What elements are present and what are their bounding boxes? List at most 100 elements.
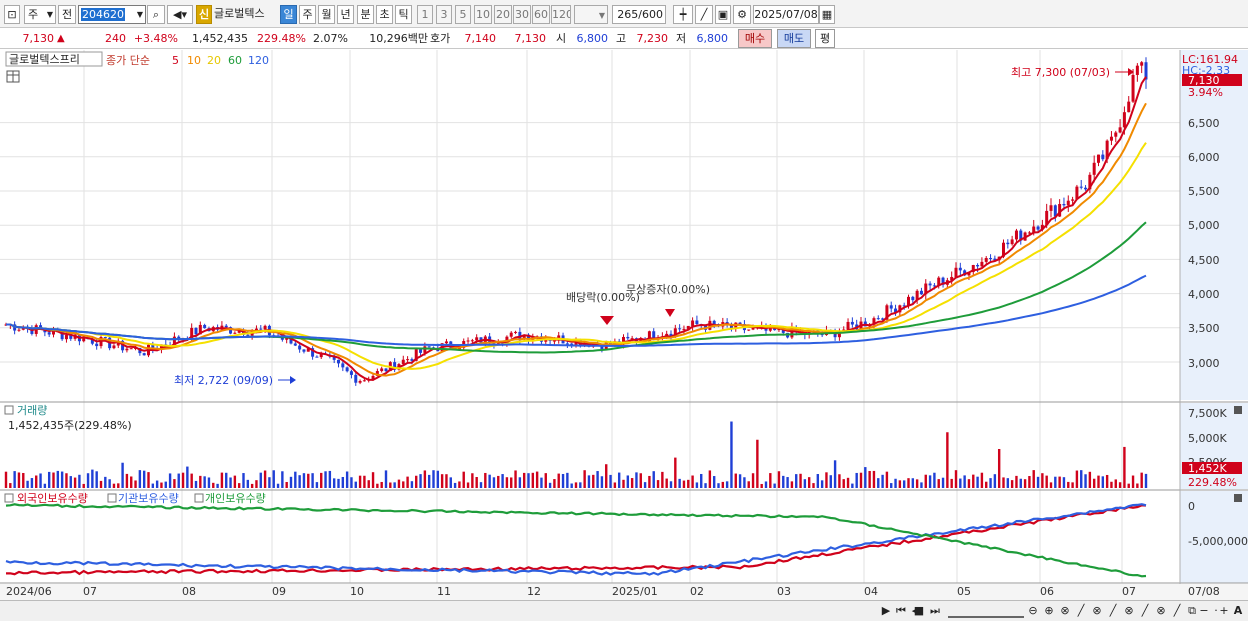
date-input[interactable]: 2025/07/08	[753, 5, 819, 24]
chart-tool-icon[interactable]: ⊗	[1154, 603, 1168, 618]
volume-bar	[307, 473, 310, 488]
candle-type-icon[interactable]: ┿	[673, 5, 693, 24]
tab-period-week[interactable]: 주	[299, 5, 316, 24]
volume-bar	[1101, 476, 1105, 488]
sound-icon[interactable]: ◀▾	[167, 5, 193, 24]
quote-change: 240	[105, 32, 126, 45]
stop-icon[interactable]: ■	[912, 603, 926, 618]
legend-handle[interactable]	[194, 493, 204, 503]
draw-line-icon[interactable]: ╱	[695, 5, 713, 24]
candle-body	[691, 320, 695, 326]
sell-button[interactable]: 매도	[777, 29, 811, 48]
scroll-first-icon[interactable]: ⏮	[894, 603, 908, 618]
save-icon[interactable]: ▣	[715, 5, 731, 24]
scroll-right-icon[interactable]: ▶	[880, 603, 892, 618]
zoom-slider[interactable]	[948, 603, 1024, 618]
legend-handle[interactable]	[107, 493, 117, 503]
tab-period-day[interactable]: 일	[280, 5, 297, 24]
candle-body	[1127, 101, 1131, 113]
interval-60-button[interactable]: 60	[532, 5, 550, 24]
count-input[interactable]: 265/600	[612, 5, 666, 24]
stock-chart[interactable]: 글로벌텍스프리 종가 단순 5 10 20 60 120 LC:161.94 H…	[0, 50, 1248, 600]
line-tool-icon[interactable]: ╱	[1170, 603, 1184, 618]
window-icon[interactable]: ⊡	[4, 5, 20, 24]
x-axis-label: 09	[272, 585, 286, 598]
code-input[interactable]: 204620 ▼	[78, 5, 146, 24]
line-tool-icon[interactable]: ╱	[1074, 603, 1088, 618]
buy-button[interactable]: 매수	[738, 29, 772, 48]
holdings-panel-close-icon[interactable]	[1234, 494, 1242, 502]
volume-bar	[933, 472, 936, 488]
volume-bar	[920, 482, 923, 488]
zoom-out-icon[interactable]: ⊖	[1026, 603, 1040, 618]
copy-icon[interactable]: ⧉	[1186, 603, 1198, 618]
volume-bar	[268, 477, 271, 488]
quote-volume: 1,452,435	[192, 32, 248, 45]
volume-bar	[967, 479, 971, 488]
volume-bar	[829, 475, 832, 488]
candle-body	[509, 332, 513, 337]
ma-60-label: 60	[228, 54, 242, 67]
candle-body	[876, 318, 880, 320]
candle-body	[1101, 154, 1105, 160]
volume-bar	[980, 472, 984, 488]
search-icon[interactable]: ⌕	[147, 5, 165, 24]
interval-120-button[interactable]: 120	[551, 5, 571, 24]
interval-10-button[interactable]: 10	[474, 5, 492, 24]
volume-bar	[730, 421, 733, 488]
tab-period-minute[interactable]: 분	[357, 5, 374, 24]
volume-bar	[803, 479, 807, 488]
candle-body	[64, 335, 68, 340]
tab-period-year[interactable]: 년	[337, 5, 354, 24]
chart-tool-icon[interactable]: ⊗	[1122, 603, 1136, 618]
x-axis-label: 08	[182, 585, 196, 598]
volume-bar	[73, 477, 77, 488]
price-panel-title: 글로벌텍스프리	[9, 53, 80, 66]
tab-period-month[interactable]: 월	[318, 5, 335, 24]
calendar-icon[interactable]: ▦	[819, 5, 835, 24]
volume-bar	[639, 473, 642, 488]
legend-foreign: 외국인보유수량	[17, 492, 88, 505]
volume-bar	[989, 478, 992, 488]
chart-tool-icon[interactable]: ⊗	[1090, 603, 1104, 618]
volume-bar	[471, 473, 474, 488]
candle-body	[1109, 136, 1113, 141]
volume-bar	[782, 475, 785, 488]
candle-body	[1066, 200, 1070, 206]
line-tool-icon[interactable]: ╱	[1138, 603, 1152, 618]
chart-tool-icon[interactable]: ⊗	[1058, 603, 1072, 618]
candle-body	[298, 345, 302, 350]
volume-bar	[488, 474, 491, 488]
eval-button[interactable]: 평	[815, 29, 835, 48]
tab-period-tick[interactable]: 틱	[395, 5, 412, 24]
gear-icon[interactable]: ⚙	[733, 5, 751, 24]
tab-period-second[interactable]: 초	[376, 5, 393, 24]
interval-custom-select[interactable]: ▼	[574, 5, 608, 24]
prev-button[interactable]: 전	[58, 5, 76, 24]
volume-panel-handle[interactable]	[4, 405, 14, 415]
plus-icon[interactable]: +	[1218, 603, 1230, 618]
interval-3-button[interactable]: 3	[436, 5, 452, 24]
line-tool-icon[interactable]: ╱	[1106, 603, 1120, 618]
volume-bar	[531, 472, 535, 488]
minus-icon[interactable]: −	[1198, 603, 1210, 618]
font-size-icon[interactable]: A	[1232, 603, 1244, 618]
zoom-in-icon[interactable]: ⊕	[1042, 603, 1056, 618]
interval-1-button[interactable]: 1	[417, 5, 433, 24]
candle-body	[695, 320, 699, 325]
volume-bar	[484, 472, 487, 488]
type-select[interactable]: 주 ▼	[24, 5, 56, 24]
last-pct-label: 3.94%	[1188, 86, 1223, 99]
volume-bar	[687, 479, 690, 488]
interval-5-button[interactable]: 5	[455, 5, 471, 24]
volume-bar	[743, 477, 746, 488]
interval-30-button[interactable]: 30	[513, 5, 531, 24]
volume-bar	[907, 478, 910, 488]
scroll-last-icon[interactable]: ⏭	[928, 603, 942, 618]
quote-turnover: 2.07%	[313, 32, 348, 45]
interval-20-button[interactable]: 20	[494, 5, 512, 24]
volume-bar	[795, 474, 798, 488]
volume-bar	[1144, 473, 1148, 488]
volume-panel-close-icon[interactable]	[1234, 406, 1242, 414]
holdings-panel-handle[interactable]	[4, 493, 14, 503]
